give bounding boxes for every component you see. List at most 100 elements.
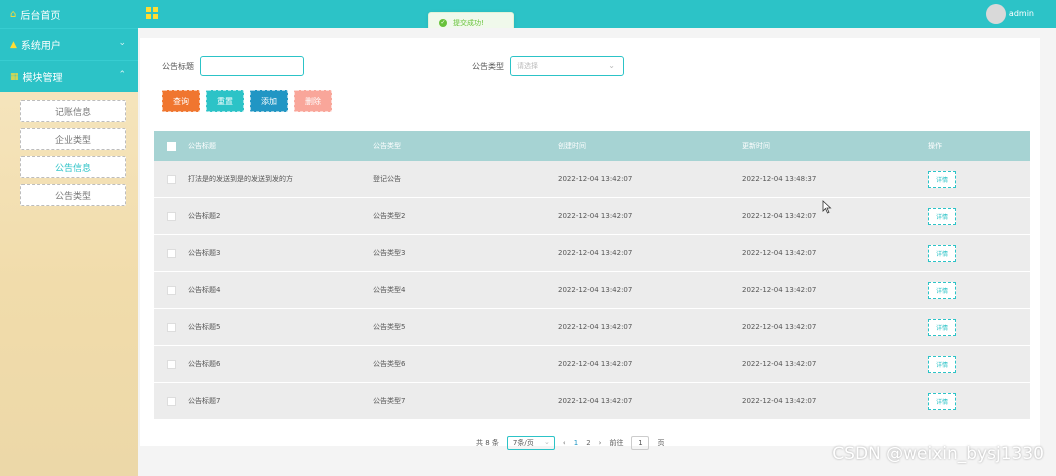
home-icon: ⌂ <box>10 8 17 20</box>
action-buttons: 查询 重置 添加 删除 <box>162 90 332 112</box>
avatar[interactable] <box>986 4 1006 24</box>
goto-label: 前往 <box>609 439 624 447</box>
column-header: 操作 <box>928 142 942 150</box>
page-suffix: 页 <box>657 439 665 447</box>
sidebar-item-notice-type[interactable]: 公告类型 <box>20 184 126 206</box>
sidebar-home[interactable]: ⌂ 后台首页 <box>0 0 138 28</box>
cell-updated: 2022-12-04 13:48:37 <box>742 175 817 183</box>
table-row[interactable]: 打法是的发送到是的发送到发的方 登记公告 2022-12-04 13:42:07 20… <box>154 161 1030 198</box>
table-header: 公告标题 公告类型 创建时间 更新时间 操作 <box>154 131 1030 161</box>
mouse-cursor-icon <box>822 200 832 214</box>
sidebar-menu-label: 模块管理 <box>22 73 63 84</box>
sidebar-item-label: 企业类型 <box>54 135 91 146</box>
cell-created: 2022-12-04 13:42:07 <box>558 360 633 368</box>
sidebar-menu-modules[interactable]: ▦ 模块管理 ⌃ <box>0 60 138 92</box>
sidebar-item-label: 记账信息 <box>54 107 91 118</box>
page-size-value: 7条/页 <box>512 439 534 447</box>
table-row[interactable]: 公告标题4 公告类型4 2022-12-04 13:42:07 2022-12-04 … <box>154 272 1030 309</box>
username[interactable]: admin <box>1009 9 1034 18</box>
sidebar-item-label: 公告类型 <box>54 191 91 202</box>
cell-type: 公告类型3 <box>373 249 406 257</box>
column-header: 更新时间 <box>742 142 770 150</box>
page-size-select[interactable]: 7条/页 ⌄ <box>506 436 555 450</box>
cell-updated: 2022-12-04 13:42:07 <box>742 249 817 257</box>
cell-title: 公告标题7 <box>188 397 221 405</box>
row-checkbox[interactable] <box>166 211 176 221</box>
toast-message: 提交成功! <box>453 19 484 27</box>
cell-title: 打法是的发送到是的发送到发的方 <box>188 175 293 183</box>
cell-title: 公告标题5 <box>188 323 221 331</box>
cell-type: 公告类型2 <box>373 212 406 220</box>
row-checkbox[interactable] <box>166 396 176 406</box>
sidebar: ⌂ 后台首页 ▲ 系统用户 ⌄ ▦ 模块管理 ⌃ 记账信息 企业类型 公告信息 … <box>0 0 138 476</box>
detail-button[interactable]: 详情 <box>928 392 956 410</box>
row-checkbox[interactable] <box>166 359 176 369</box>
title-input[interactable] <box>200 56 304 76</box>
type-label: 公告类型 <box>472 61 504 71</box>
cell-title: 公告标题6 <box>188 360 221 368</box>
row-checkbox[interactable] <box>166 248 176 258</box>
cell-updated: 2022-12-04 13:42:07 <box>742 360 817 368</box>
table-row[interactable]: 公告标题3 公告类型3 2022-12-04 13:42:07 2022-12-04 … <box>154 235 1030 272</box>
detail-button[interactable]: 详情 <box>928 281 956 299</box>
chevron-down-icon: ⌄ <box>608 61 615 70</box>
table-row[interactable]: 公告标题7 公告类型7 2022-12-04 13:42:07 2022-12-04 … <box>154 383 1030 420</box>
type-select[interactable]: 请选择 ⌄ <box>510 56 624 76</box>
cell-updated: 2022-12-04 13:42:07 <box>742 323 817 331</box>
check-icon: ✓ <box>439 19 447 27</box>
cell-title: 公告标题4 <box>188 286 221 294</box>
row-checkbox[interactable] <box>166 285 176 295</box>
table-row[interactable]: 公告标题5 公告类型5 2022-12-04 13:42:07 2022-12-04 … <box>154 309 1030 346</box>
main-content: 公告标题 公告类型 请选择 ⌄ 查询 重置 添加 删除 公告标题 公告类型 创建… <box>138 28 1056 476</box>
detail-button[interactable]: 详情 <box>928 244 956 262</box>
page-number[interactable]: 2 <box>586 439 590 447</box>
row-checkbox[interactable] <box>166 322 176 332</box>
sidebar-item-label: 公告信息 <box>54 163 91 174</box>
select-all-checkbox[interactable] <box>166 141 176 151</box>
cell-type: 公告类型5 <box>373 323 406 331</box>
chevron-down-icon: ⌄ <box>118 38 126 48</box>
cell-type: 公告类型4 <box>373 286 406 294</box>
grid-icon: ▦ <box>10 71 19 82</box>
cell-created: 2022-12-04 13:42:07 <box>558 175 633 183</box>
cell-title: 公告标题2 <box>188 212 221 220</box>
cell-type: 登记公告 <box>373 175 401 183</box>
chevron-up-icon: ⌃ <box>118 70 126 80</box>
sidebar-menu-label: 系统用户 <box>20 41 61 52</box>
cell-created: 2022-12-04 13:42:07 <box>558 286 633 294</box>
watermark: CSDN @weixin_bysj1330 <box>832 444 1044 464</box>
user-icon: ▲ <box>10 39 17 50</box>
pagination: 共 8 条 7条/页 ⌄ ‹ 1 2 › 前往 1 页 <box>476 436 664 450</box>
cell-title: 公告标题3 <box>188 249 221 257</box>
query-button[interactable]: 查询 <box>162 90 200 112</box>
sidebar-item-accounting[interactable]: 记账信息 <box>20 100 126 122</box>
prev-page-button[interactable]: ‹ <box>563 439 566 447</box>
delete-button[interactable]: 删除 <box>294 90 332 112</box>
row-checkbox[interactable] <box>166 174 176 184</box>
sidebar-menu-users[interactable]: ▲ 系统用户 ⌄ <box>0 28 138 60</box>
type-select-placeholder: 请选择 <box>517 62 538 70</box>
add-button[interactable]: 添加 <box>250 90 288 112</box>
cell-created: 2022-12-04 13:42:07 <box>558 323 633 331</box>
content-panel: 公告标题 公告类型 请选择 ⌄ 查询 重置 添加 删除 公告标题 公告类型 创建… <box>140 38 1040 450</box>
title-search: 公告标题 <box>162 56 304 76</box>
table-row[interactable]: 公告标题6 公告类型6 2022-12-04 13:42:07 2022-12-04 … <box>154 346 1030 383</box>
chevron-down-icon: ⌄ <box>544 438 550 446</box>
detail-button[interactable]: 详情 <box>928 318 956 336</box>
detail-button[interactable]: 详情 <box>928 355 956 373</box>
menu-toggle-icon[interactable] <box>146 7 158 19</box>
table-row[interactable]: 公告标题2 公告类型2 2022-12-04 13:42:07 2022-12-04 … <box>154 198 1030 235</box>
sidebar-item-enterprise-type[interactable]: 企业类型 <box>20 128 126 150</box>
next-page-button[interactable]: › <box>599 439 602 447</box>
detail-button[interactable]: 详情 <box>928 170 956 188</box>
page-number[interactable]: 1 <box>574 439 578 447</box>
cell-type: 公告类型7 <box>373 397 406 405</box>
type-search: 公告类型 请选择 ⌄ <box>472 56 624 76</box>
sidebar-item-notice-info[interactable]: 公告信息 <box>20 156 126 178</box>
column-header: 创建时间 <box>558 142 586 150</box>
goto-page-input[interactable]: 1 <box>631 436 650 450</box>
reset-button[interactable]: 重置 <box>206 90 244 112</box>
detail-button[interactable]: 详情 <box>928 207 956 225</box>
cell-created: 2022-12-04 13:42:07 <box>558 397 633 405</box>
cell-created: 2022-12-04 13:42:07 <box>558 212 633 220</box>
